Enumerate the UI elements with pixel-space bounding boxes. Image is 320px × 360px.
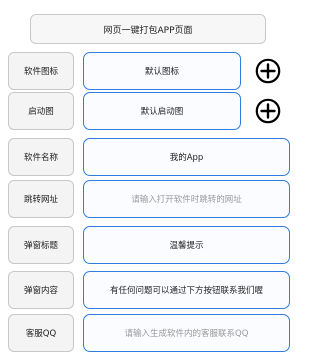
row-software-icon: 软件图标 默认图标 — [8, 52, 290, 90]
popup-content-label: 弹窗内容 — [8, 271, 74, 309]
row-popup-title: 弹窗标题 温馨提示 — [8, 226, 290, 264]
redirect-url-label: 跳转网址 — [8, 180, 74, 218]
software-name-input[interactable]: 我的App — [83, 138, 290, 176]
add-splash-image-button[interactable] — [253, 96, 283, 126]
service-qq-label: 客服QQ — [8, 314, 74, 352]
plus-circle-icon — [255, 98, 281, 124]
page-title: 网页一键打包APP页面 — [30, 14, 266, 44]
splash-image-label: 启动图 — [8, 92, 74, 130]
row-service-qq: 客服QQ 请输入生成软件内的客服联系QQ — [8, 314, 290, 352]
row-redirect-url: 跳转网址 请输入打开软件时跳转的网址 — [8, 180, 290, 218]
app-pack-form: 网页一键打包APP页面 软件图标 默认图标 启动图 默认启动图 软件名称 我的A… — [0, 0, 296, 360]
software-name-label: 软件名称 — [8, 138, 74, 176]
row-splash-image: 启动图 默认启动图 — [8, 92, 290, 130]
popup-content-input[interactable]: 有任何问题可以通过下方按钮联系我们喔 — [83, 271, 290, 309]
software-icon-label: 软件图标 — [8, 52, 74, 90]
service-qq-input[interactable]: 请输入生成软件内的客服联系QQ — [83, 314, 290, 352]
splash-image-button[interactable]: 默认启动图 — [83, 92, 241, 130]
popup-title-input[interactable]: 温馨提示 — [83, 226, 290, 264]
add-software-icon-button[interactable] — [253, 56, 283, 86]
plus-circle-icon — [255, 58, 281, 84]
popup-title-label: 弹窗标题 — [8, 226, 74, 264]
row-software-name: 软件名称 我的App — [8, 138, 290, 176]
software-icon-button[interactable]: 默认图标 — [83, 52, 241, 90]
row-popup-content: 弹窗内容 有任何问题可以通过下方按钮联系我们喔 — [8, 271, 290, 309]
redirect-url-input[interactable]: 请输入打开软件时跳转的网址 — [83, 180, 290, 218]
